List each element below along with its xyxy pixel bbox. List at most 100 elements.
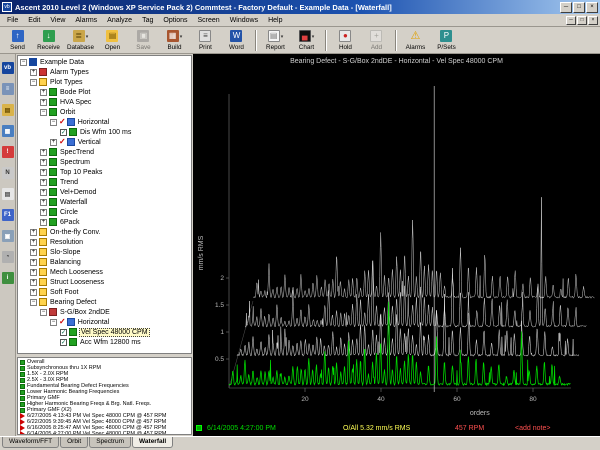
expand-icon[interactable]: + (40, 188, 47, 196)
expand-icon[interactable]: + (30, 258, 37, 266)
expand-icon[interactable]: + (30, 68, 37, 76)
dropdown-arrow-icon[interactable]: ▾ (180, 34, 183, 40)
menu-file[interactable]: File (2, 16, 23, 25)
toolbar-button-alarms[interactable]: ⚠ Alarms (400, 28, 431, 53)
collapse-icon[interactable]: − (50, 318, 57, 326)
menu-help[interactable]: Help (263, 16, 287, 25)
collapse-icon[interactable]: − (40, 308, 47, 316)
expand-icon[interactable]: + (40, 178, 47, 186)
notes-icon[interactable]: N (1, 167, 14, 179)
tree-item-trend[interactable]: + Trend (18, 177, 191, 187)
tree-item-waterfall[interactable]: + Waterfall (18, 197, 191, 207)
waterfall-plot[interactable]: 0.5 1 1.5 2 20 40 60 80 orders mm/s RMS (193, 68, 600, 423)
expand-icon[interactable]: + (40, 158, 47, 166)
tree-item-horizontal[interactable]: − ✓ Horizontal (18, 317, 191, 327)
menu-analyze[interactable]: Analyze (102, 16, 137, 25)
expand-icon[interactable]: + (40, 168, 47, 176)
tab-waterfall[interactable]: Waterfall (132, 437, 174, 448)
vb-logo-icon[interactable]: vb (1, 62, 14, 74)
toolbar-button-chart[interactable]: ▄ ▾ Chart (291, 28, 322, 53)
collapse-icon[interactable]: − (40, 108, 47, 116)
hierarchy-icon[interactable]: ≡ (1, 83, 14, 95)
tree-item-hva-spec[interactable]: + HVA Spec (18, 97, 191, 107)
tree-item-acc-wfm-12800-ms[interactable]: ✓ Acc Wfm 12800 ms (18, 337, 191, 347)
toolbar-button-database[interactable]: ≣ ▾ Database (64, 28, 97, 53)
menu-tag[interactable]: Tag (137, 16, 158, 25)
tree-item-struct-looseness[interactable]: + Struct Looseness (18, 277, 191, 287)
tree-item-top-10-peaks[interactable]: + Top 10 Peaks (18, 167, 191, 177)
tree-item-s-g-box-2ndde[interactable]: − S-G/Box 2ndDE (18, 307, 191, 317)
dropdown-arrow-icon[interactable]: ▾ (86, 34, 89, 40)
menu-screen[interactable]: Screen (193, 16, 225, 25)
checkbox[interactable]: ✓ (60, 128, 67, 136)
expand-icon[interactable]: + (30, 228, 37, 236)
toolbar-button-build[interactable]: ▦ ▾ Build (159, 28, 190, 53)
toolbar-button-report[interactable]: ▤ ▾ Report (260, 28, 291, 53)
tab-waveform-fft[interactable]: Waveform/FFT (2, 437, 60, 448)
tree-item-on-the-fly-conv[interactable]: + On-the-fly Conv. (18, 227, 191, 237)
expand-icon[interactable]: + (50, 138, 57, 146)
toolbar-button-p-sets[interactable]: P P/Sets (431, 28, 462, 53)
report-icon[interactable]: ▤ (1, 188, 14, 200)
toolbar-button-hold[interactable]: ● Hold (330, 28, 361, 53)
alarm-icon[interactable]: ! (1, 146, 14, 158)
tab-spectrum[interactable]: Spectrum (89, 437, 132, 448)
tree-item-vel-spec-48000-cpm[interactable]: ✓ Vel Spec 48000 CPM (18, 327, 191, 337)
collapse-icon[interactable]: − (30, 298, 37, 306)
tree-item-vertical[interactable]: + ✓ Vertical (18, 137, 191, 147)
dropdown-arrow-icon[interactable]: ▾ (312, 34, 315, 40)
tree-item-dis-wfm-100-ms[interactable]: ✓ Dis Wfm 100 ms (18, 127, 191, 137)
expand-icon[interactable]: + (40, 98, 47, 106)
menu-view[interactable]: View (45, 16, 70, 25)
tree-item-spectrum[interactable]: + Spectrum (18, 157, 191, 167)
expand-icon[interactable]: + (30, 238, 37, 246)
tree-item-bode-plot[interactable]: + Bode Plot (18, 87, 191, 97)
expand-icon[interactable]: + (30, 248, 37, 256)
tree-item-alarm-types[interactable]: + Alarm Types (18, 67, 191, 77)
machine-icon[interactable]: ▣ (1, 230, 14, 242)
tree-item-soft-foot[interactable]: + Soft Foot (18, 287, 191, 297)
tree-item-example-data[interactable]: − Example Data (18, 57, 191, 67)
mdi-restore-button[interactable]: □ (577, 15, 587, 25)
menu-alarms[interactable]: Alarms (70, 16, 102, 25)
gauge-icon[interactable]: ◔ (1, 251, 14, 263)
minimize-button[interactable]: ─ (560, 1, 572, 13)
dropdown-arrow-icon[interactable]: ▾ (281, 34, 284, 40)
f1-help-icon[interactable]: F1 (1, 209, 14, 221)
menu-windows[interactable]: Windows (225, 16, 263, 25)
collapse-icon[interactable]: − (20, 58, 27, 66)
mdi-close-button[interactable]: × (588, 15, 598, 25)
expand-icon[interactable]: + (40, 198, 47, 206)
collapse-icon[interactable]: − (30, 78, 37, 86)
tree-item-resolution[interactable]: + Resolution (18, 237, 191, 247)
tree-item-circle[interactable]: + Circle (18, 207, 191, 217)
collapse-icon[interactable]: − (50, 118, 57, 126)
tree-item-mech-looseness[interactable]: + Mech Looseness (18, 267, 191, 277)
tree-item-bearing-defect[interactable]: − Bearing Defect (18, 297, 191, 307)
tree-item-spectrend[interactable]: + SpecTrend (18, 147, 191, 157)
tree-item-slo-slope[interactable]: + Slo-Slope (18, 247, 191, 257)
tree-item-vel-demod[interactable]: + Vel+Demod (18, 187, 191, 197)
toolbar-button-print[interactable]: ≡ Print (190, 28, 221, 53)
expand-icon[interactable]: + (40, 148, 47, 156)
checkbox[interactable]: ✓ (60, 338, 67, 346)
tree-item-plot-types[interactable]: − Plot Types (18, 77, 191, 87)
toolbar-button-send[interactable]: ↑ Send (2, 28, 33, 53)
close-button[interactable]: × (586, 1, 598, 13)
tree-item-orbit[interactable]: − Orbit (18, 107, 191, 117)
tree-item-horizontal[interactable]: − ✓ Horizontal (18, 117, 191, 127)
toolbar-button-open[interactable]: ▤ Open (97, 28, 128, 53)
tree-item-6pack[interactable]: +6Pack (18, 217, 191, 227)
maximize-button[interactable]: □ (573, 1, 585, 13)
checkbox[interactable]: ✓ (60, 328, 67, 336)
recording-item[interactable]: 6/14/2005 4:27:00 PM Vel Spec 48000 CPM … (18, 431, 191, 434)
tree-item-balancing[interactable]: + Balancing (18, 257, 191, 267)
info-icon[interactable]: i (1, 272, 14, 284)
menu-edit[interactable]: Edit (23, 16, 45, 25)
expand-icon[interactable]: + (30, 268, 37, 276)
mdi-minimize-button[interactable]: ─ (566, 15, 576, 25)
expand-icon[interactable]: + (30, 278, 37, 286)
tab-orbit[interactable]: Orbit (60, 437, 89, 448)
toolbar-button-receive[interactable]: ↓ Receive (33, 28, 64, 53)
expand-icon[interactable]: + (40, 88, 47, 96)
